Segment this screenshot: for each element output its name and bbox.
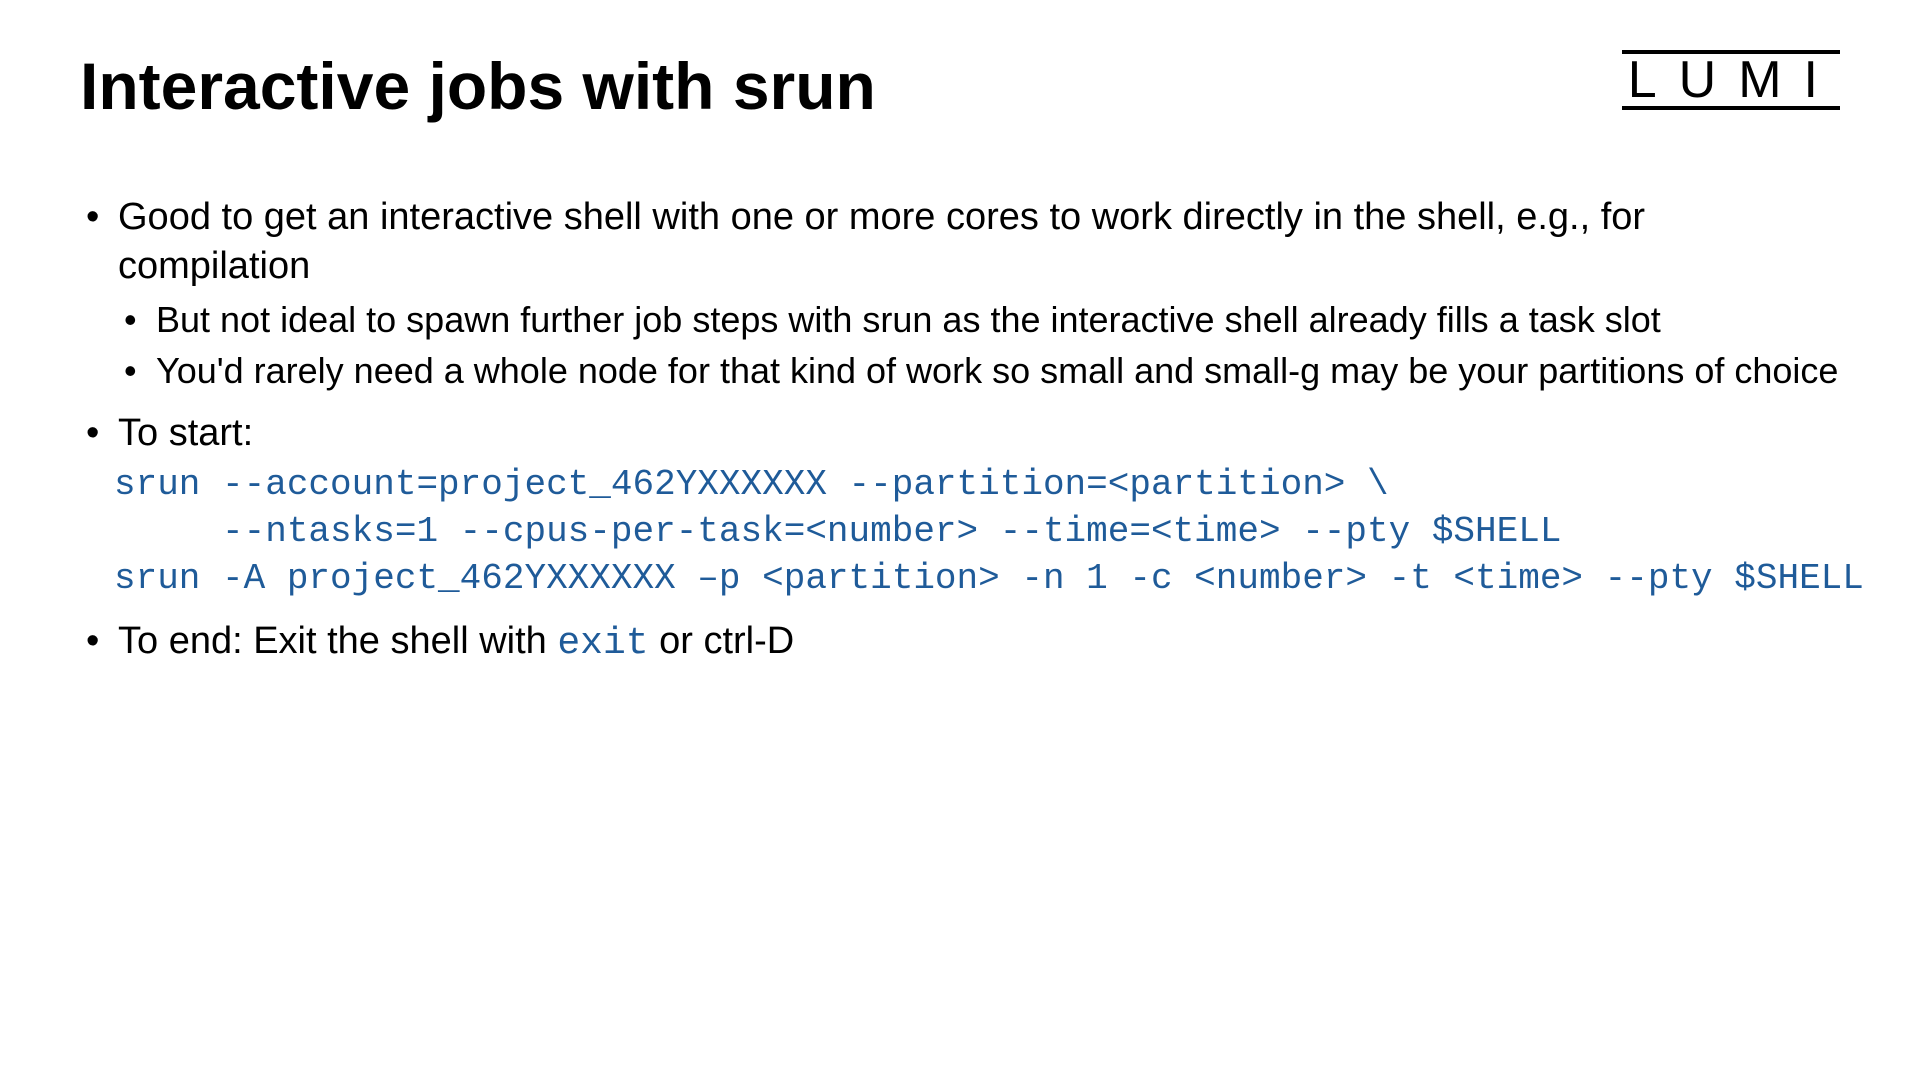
sub-bullet-text: You'd rarely need a whole node for that … <box>156 350 1838 391</box>
bullet-item: To end: Exit the shell with exit or ctrl… <box>80 617 1840 668</box>
bullet-item: To start: srun --account=project_462YXXX… <box>80 409 1840 603</box>
inline-code-exit: exit <box>557 622 648 665</box>
bullet-text: To start: <box>118 412 253 454</box>
lumi-logo: LUMI <box>1622 50 1840 110</box>
code-block: srun --account=project_462YXXXXXX --part… <box>114 462 1840 602</box>
sub-bullet-text: But not ideal to spawn further job steps… <box>156 299 1661 340</box>
sub-bullet-item: You'd rarely need a whole node for that … <box>118 348 1840 395</box>
code-line: srun --account=project_462YXXXXXX --part… <box>114 464 1389 505</box>
bullet-text-post: or ctrl-D <box>649 620 795 662</box>
code-line: --ntasks=1 --cpus-per-task=<number> --ti… <box>114 511 1561 552</box>
bullet-item: Good to get an interactive shell with on… <box>80 193 1840 395</box>
bullet-text-pre: To end: Exit the shell with <box>118 620 557 662</box>
bullet-list: Good to get an interactive shell with on… <box>80 193 1840 669</box>
slide-title: Interactive jobs with srun <box>80 50 1840 123</box>
slide: LUMI Interactive jobs with srun Good to … <box>0 0 1920 1080</box>
sub-bullet-list: But not ideal to spawn further job steps… <box>118 297 1840 395</box>
bullet-text: Good to get an interactive shell with on… <box>118 196 1645 287</box>
code-line: srun -A project_462YXXXXXX –p <partition… <box>114 558 1864 599</box>
sub-bullet-item: But not ideal to spawn further job steps… <box>118 297 1840 344</box>
